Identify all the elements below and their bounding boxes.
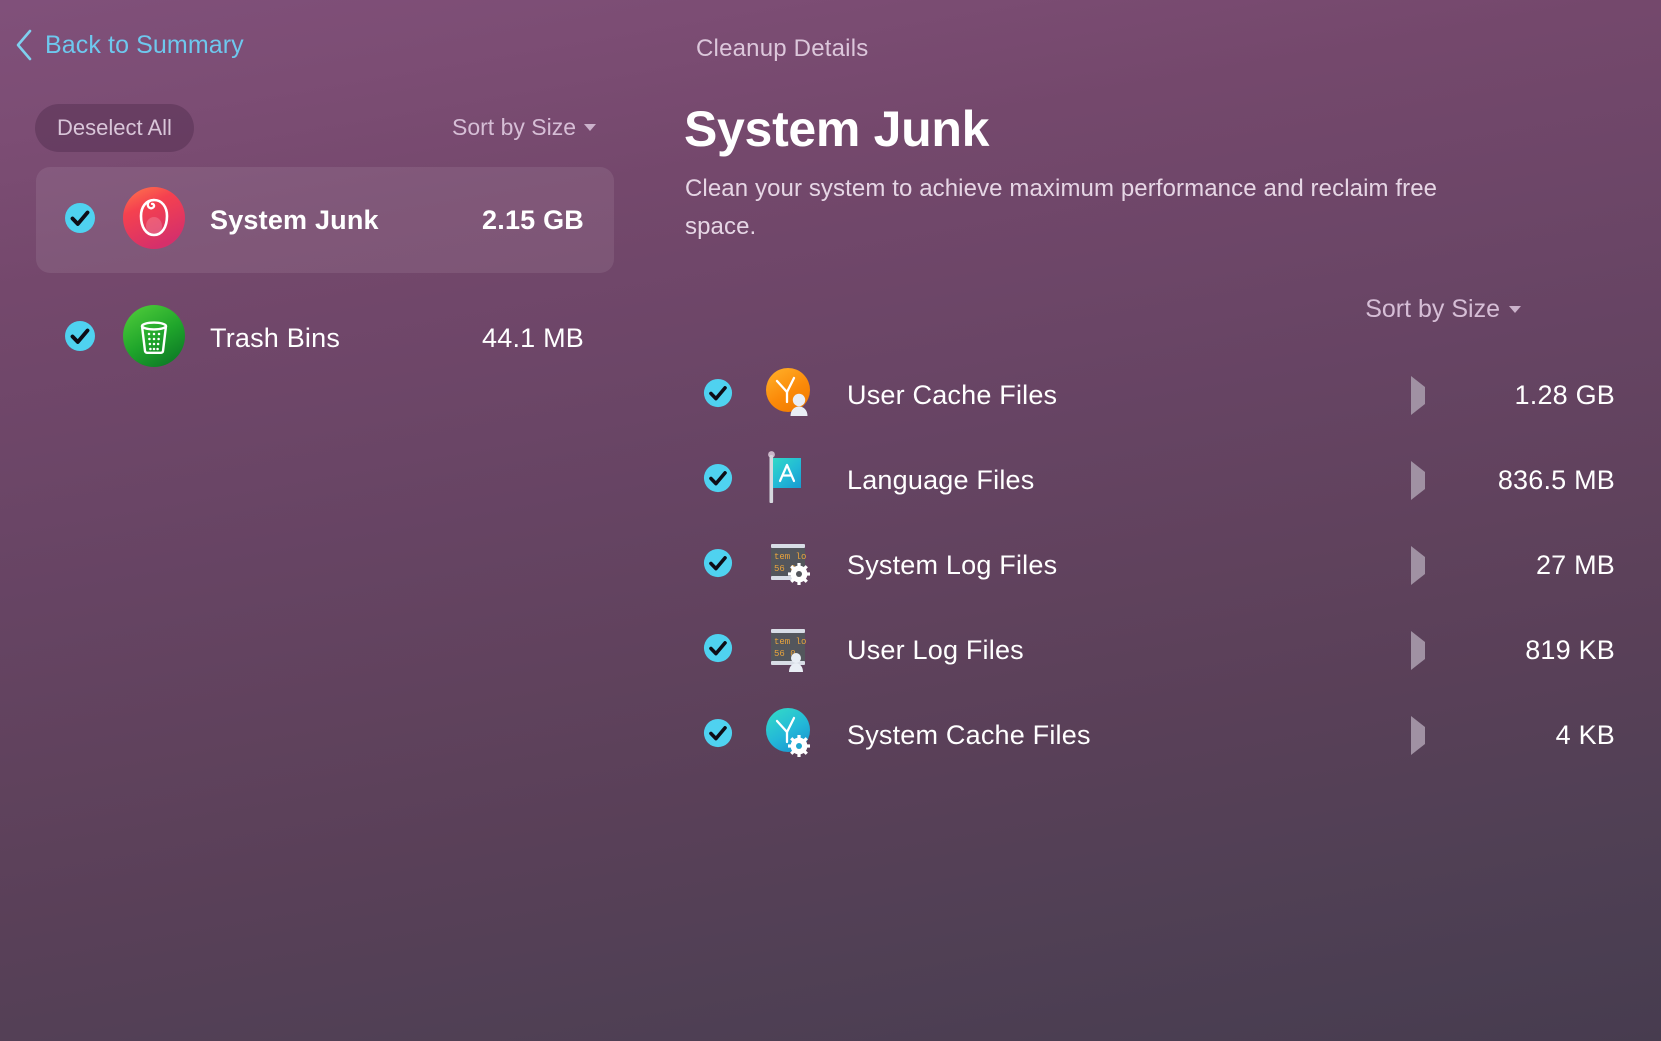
row-checkbox[interactable] (703, 548, 733, 583)
sidebar-item-system-junk[interactable]: System Junk 2.15 GB (36, 167, 614, 273)
triangle-right-icon[interactable] (1411, 630, 1425, 670)
sidebar-sort-by-size-dropdown[interactable]: Sort by Size (452, 114, 596, 141)
system-junk-icon (121, 185, 187, 256)
system-cache-clock-icon (761, 704, 819, 767)
sidebar-item-label: System Junk (210, 204, 379, 235)
trash-bin-icon (121, 303, 187, 374)
table-row[interactable]: User Cache Files 1.28 GB (660, 353, 1661, 438)
table-row[interactable]: System Cache Files 4 KB (660, 693, 1661, 778)
row-size: 27 MB (1535, 550, 1615, 580)
detail-sort-by-size-dropdown[interactable]: Sort by Size (1365, 295, 1521, 324)
table-row[interactable]: Language Files 836.5 MB (660, 438, 1661, 523)
triangle-right-icon[interactable] (1411, 375, 1425, 415)
back-to-summary-link[interactable]: Back to Summary (14, 28, 244, 62)
sidebar-item-checkbox[interactable] (64, 202, 96, 239)
breadcrumb: Cleanup Details (696, 35, 869, 62)
caret-down-icon (584, 124, 596, 131)
detail-panel: Cleanup Details System Junk Clean your s… (660, 0, 1661, 1041)
row-size: 836.5 MB (1497, 465, 1615, 495)
sidebar-item-size: 44.1 MB (482, 322, 584, 353)
triangle-right-icon[interactable] (1411, 545, 1425, 585)
sidebar-toolbar: Deselect All Sort by Size (0, 104, 622, 152)
language-flag-appstore-icon (761, 449, 819, 512)
sidebar-panel: Back to Summary Deselect All Sort by Siz… (0, 0, 660, 1041)
row-size: 1.28 GB (1514, 380, 1615, 410)
table-row[interactable]: tem lo 56 0 System Log Files 27 MB (660, 523, 1661, 608)
user-cache-clock-icon (761, 364, 819, 427)
terminal-line-1: tem lo (774, 637, 806, 647)
row-label: System Cache Files (847, 720, 1091, 750)
system-log-terminal-icon: tem lo 56 0 (761, 534, 819, 597)
row-label: User Log Files (847, 635, 1024, 665)
chevron-left-icon (16, 29, 32, 61)
back-to-summary-label: Back to Summary (45, 30, 244, 59)
detail-sort-label: Sort by Size (1365, 295, 1500, 323)
sidebar-item-size: 2.15 GB (482, 204, 584, 235)
gear-badge-icon (788, 563, 810, 585)
row-label: System Log Files (847, 550, 1058, 580)
row-size: 4 KB (1555, 720, 1615, 750)
row-label: User Cache Files (847, 380, 1058, 410)
table-row[interactable]: tem lo 56 0 User Log Files 819 KB (660, 608, 1661, 693)
sidebar-sort-label: Sort by Size (452, 114, 576, 140)
triangle-right-icon[interactable] (1411, 715, 1425, 755)
deselect-all-button[interactable]: Deselect All (35, 104, 194, 152)
row-label: Language Files (847, 465, 1035, 495)
row-checkbox[interactable] (703, 378, 733, 413)
sidebar-item-checkbox[interactable] (64, 320, 96, 357)
triangle-right-icon[interactable] (1411, 460, 1425, 500)
gear-badge-icon (788, 735, 810, 757)
row-checkbox[interactable] (703, 633, 733, 668)
row-checkbox[interactable] (703, 718, 733, 753)
terminal-line-1: tem lo (774, 552, 806, 562)
page-title: System Junk (684, 101, 990, 157)
page-description: Clean your system to achieve maximum per… (685, 175, 1438, 240)
detail-rows-list: User Cache Files 1.28 GB Language Files … (660, 353, 1661, 778)
row-size: 819 KB (1525, 635, 1615, 665)
caret-down-icon (1509, 306, 1521, 313)
row-checkbox[interactable] (703, 463, 733, 498)
user-log-terminal-icon: tem lo 56 0 (761, 619, 819, 682)
sidebar-item-label: Trash Bins (210, 322, 341, 353)
sidebar-item-trash-bins[interactable]: Trash Bins 44.1 MB (36, 285, 614, 391)
